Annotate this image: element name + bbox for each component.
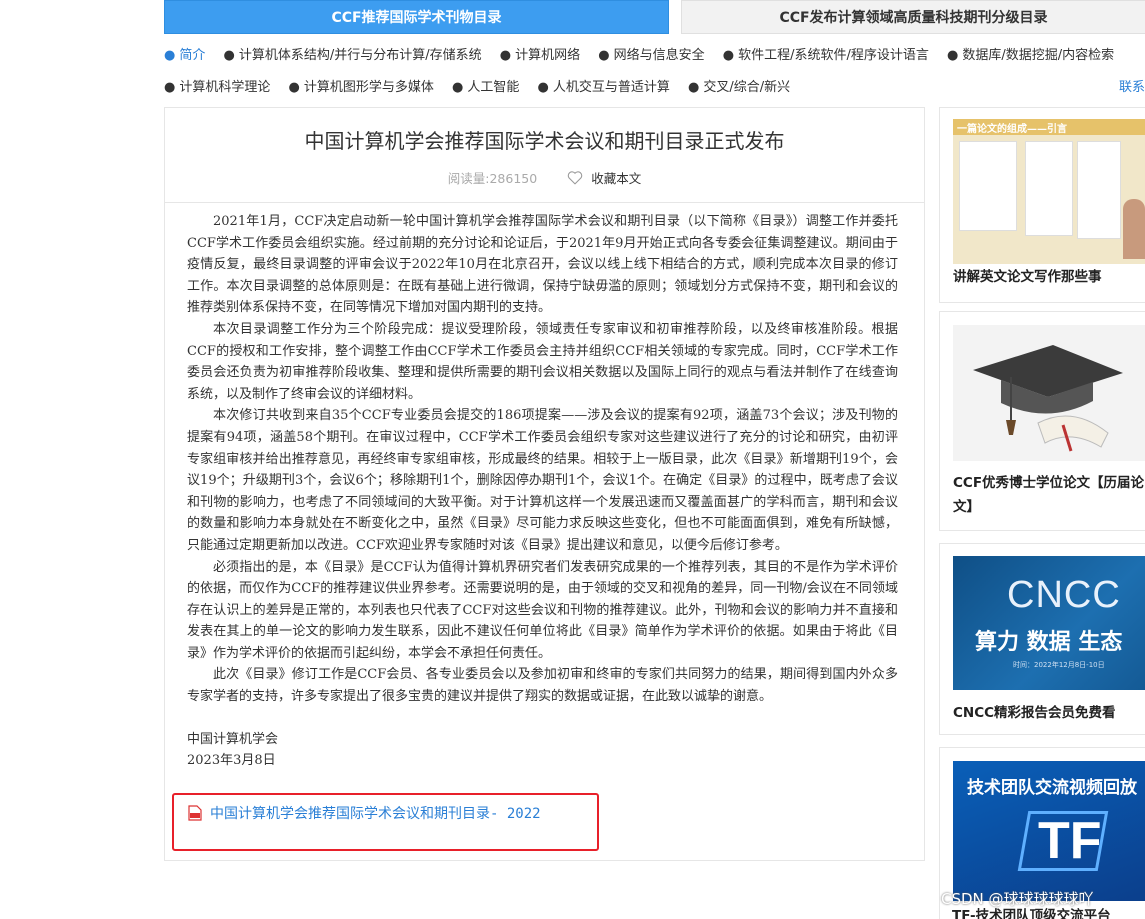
category-nav-row1: ● 简介 ● 计算机体系结构/并行与分布计算/存储系统 ● 计算机网络 ● 网络与信息安… xyxy=(164,44,1145,63)
heart-icon xyxy=(567,171,583,185)
tab-ccf-intl-journals[interactable]: CCF推荐国际学术刊物目录 xyxy=(164,0,669,34)
attachment-label: 中国计算机学会推荐国际学术会议和期刊目录- 2022 xyxy=(210,806,541,822)
sidebar-title[interactable]: CCF优秀博士学位论文【历届论文】 xyxy=(953,471,1145,519)
article-title: 中国计算机学会推荐国际学术会议和期刊目录正式发布 xyxy=(304,129,785,153)
sidebar-card-phd[interactable]: CCF优秀博士学位论文【历届论文】 xyxy=(939,311,1145,531)
sidebar-card-writing[interactable]: 一篇论文的组成——引言 讲解英文论文写作那些事 xyxy=(939,107,1145,303)
category-label: 计算机网络 xyxy=(515,48,581,63)
attachment-link[interactable]: 中国计算机学会推荐国际学术会议和期刊目录- 2022 xyxy=(188,803,541,823)
article-paragraph: 本次修订共收到来自35个CCF专业委员会提交的186项提案——涉及会议的提案有9… xyxy=(187,408,898,553)
category-label: 计算机体系结构/并行与分布计算/存储系统 xyxy=(238,48,482,63)
category-label: 人工智能 xyxy=(467,80,520,95)
contact-link[interactable]: 联系 xyxy=(1119,76,1145,95)
cncc-slogan: 算力 数据 生态 xyxy=(975,630,1123,655)
favorite-label: 收藏本文 xyxy=(591,171,642,186)
category-interdisciplinary[interactable]: ● 交叉/综合/新兴 xyxy=(688,76,790,95)
category-theory[interactable]: ● 计算机科学理论 xyxy=(164,76,270,95)
tab-ccf-tiered-journals[interactable]: CCF发布计算领域高质量科技期刊分级目录 xyxy=(681,0,1145,34)
favorite-button[interactable]: 收藏本文 xyxy=(567,168,641,187)
sidebar-thumb-cncc: CNCC 算力 数据 生态 时间：2022年12月8日-10日 xyxy=(953,556,1145,690)
sidebar-title[interactable]: 讲解英文论文写作那些事 xyxy=(953,265,1145,289)
thumb-caption: 一篇论文的组成——引言 xyxy=(957,124,1067,135)
category-security[interactable]: ● 网络与信息安全 xyxy=(598,44,704,63)
cncc-time: 时间：2022年12月8日-10日 xyxy=(1013,661,1105,669)
article-card: 中国计算机学会推荐国际学术会议和期刊目录正式发布 阅读量:286150 收藏本文… xyxy=(164,107,925,861)
sidebar-title[interactable]: TF-技术团队顶级交流平台 xyxy=(952,904,1111,919)
article-paragraph: 本次目录调整工作分为三个阶段完成：提议受理阶段，领域责任专家审议和初审推荐阶段，… xyxy=(187,321,898,402)
article-header: 中国计算机学会推荐国际学术会议和期刊目录正式发布 阅读量:286150 收藏本文 xyxy=(165,108,924,203)
sidebar-card-cncc[interactable]: CNCC 算力 数据 生态 时间：2022年12月8日-10日 CNCC精彩报告… xyxy=(939,543,1145,735)
sidebar-thumb-tf: 技术团队交流视频回放 TF xyxy=(953,761,1145,901)
category-architecture[interactable]: ● 计算机体系结构/并行与分布计算/存储系统 xyxy=(224,44,482,63)
category-intro[interactable]: ● 简介 xyxy=(164,44,205,63)
category-label: 计算机图形学与多媒体 xyxy=(303,80,434,95)
category-database[interactable]: ● 数据库/数据挖掘/内容检索 xyxy=(947,44,1114,63)
category-hci[interactable]: ● 人机交互与普适计算 xyxy=(538,76,670,95)
thumb-presenter xyxy=(1123,199,1145,259)
category-network[interactable]: ● 计算机网络 xyxy=(500,44,580,63)
article-meta: 阅读量:286150 收藏本文 xyxy=(165,168,924,187)
sidebar-thumb-writing: 一篇论文的组成——引言 xyxy=(953,119,1145,264)
article-paragraph: 必须指出的是，本《目录》是CCF认为值得计算机界研究者们发表研究成果的一个推荐列… xyxy=(187,559,898,661)
category-nav-row2: ● 计算机科学理论 ● 计算机图形学与多媒体 ● 人工智能 ● 人机交互与普适计算 ● 交… xyxy=(164,76,1145,95)
article-paragraph: 2021年1月，CCF决定启动新一轮中国计算机学会推荐国际学术会议和期刊目录（以… xyxy=(187,214,898,316)
sidebar-title[interactable]: CNCC精彩报告会员免费看 xyxy=(953,701,1145,725)
signoff: 中国计算机学会 2023年3月8日 xyxy=(187,729,898,772)
thumb-page xyxy=(1077,141,1121,239)
thumb-page xyxy=(1025,141,1073,236)
thumb-page xyxy=(959,141,1017,231)
category-label: 交叉/综合/新兴 xyxy=(703,80,791,95)
graduation-cap-icon xyxy=(973,345,1123,452)
signoff-org: 中国计算机学会 xyxy=(187,731,279,747)
article-body: 2021年1月，CCF决定启动新一轮中国计算机学会推荐国际学术会议和期刊目录（以… xyxy=(165,203,924,772)
category-label: 人机交互与普适计算 xyxy=(552,80,670,95)
category-software[interactable]: ● 软件工程/系统软件/程序设计语言 xyxy=(723,44,929,63)
pdf-icon xyxy=(188,805,202,821)
read-count: 阅读量:286150 xyxy=(447,171,538,186)
category-label: 数据库/数据挖掘/内容检索 xyxy=(962,48,1115,63)
sidebar-thumb-phd xyxy=(953,325,1145,461)
signoff-date: 2023年3月8日 xyxy=(187,753,276,769)
tf-banner-text: 技术团队交流视频回放 xyxy=(967,778,1137,798)
category-ai[interactable]: ● 人工智能 xyxy=(452,76,519,95)
article-paragraph: 此次《目录》修订工作是CCF会员、各专业委员会以及参加初审和终审的专家们共同努力… xyxy=(187,667,898,705)
category-label: 简介 xyxy=(179,48,206,63)
attachment-highlight-box: 中国计算机学会推荐国际学术会议和期刊目录- 2022 xyxy=(172,793,599,851)
category-label: 软件工程/系统软件/程序设计语言 xyxy=(738,48,929,63)
category-graphics[interactable]: ● 计算机图形学与多媒体 xyxy=(289,76,434,95)
cncc-logo: CNCC xyxy=(1007,574,1121,616)
category-label: 网络与信息安全 xyxy=(613,48,705,63)
category-label: 计算机科学理论 xyxy=(179,80,271,95)
tf-logo: TF xyxy=(1038,812,1102,870)
